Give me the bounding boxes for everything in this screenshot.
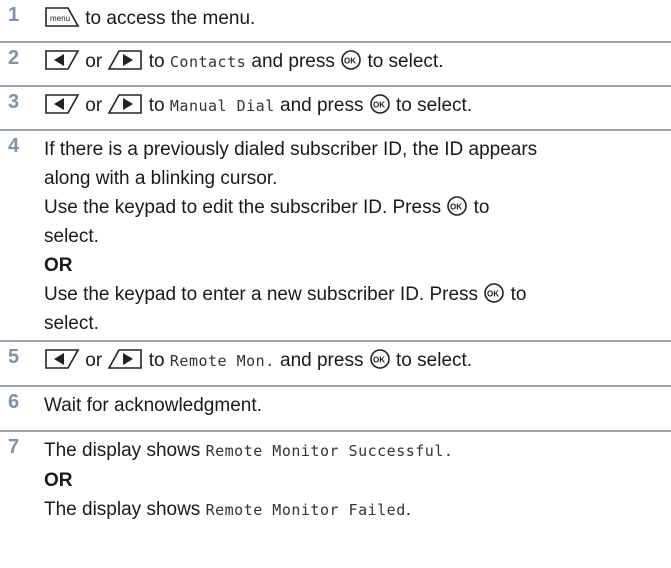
ok-key-label: OK [344,57,356,66]
procedure-steps: 1 menu to access the menu. 2 or to Conta… [0,0,671,566]
step-6: 6 Wait for acknowledgment. [0,387,671,432]
step-text: Wait for acknowledgment. [44,387,671,427]
press-text: and press [251,51,335,72]
step-text: or to Manual Dial and press OK to select… [44,87,671,128]
step-text: or to Contacts and press OK to select. [44,43,671,84]
left-arrow-key-icon [45,349,80,369]
step-1-text: to access the menu. [85,8,256,29]
ok-key-icon: OK [369,94,390,114]
to-text: to [473,197,490,218]
select-text: to select. [396,350,473,371]
step-4-line-3-text: Use the keypad to edit the subscriber ID… [44,197,442,218]
right-arrow-key-icon [108,50,143,70]
step-number: 5 [8,346,20,368]
display-shows-text: The display shows [44,499,201,520]
step-text: menu to access the menu. [44,0,671,40]
step-3: 3 or to Manual Dial and press OK to sele… [0,87,671,131]
press-text: and press [280,350,364,371]
select-text: to select. [396,95,473,116]
ok-key-icon: OK [447,196,468,216]
step-number: 7 [8,436,20,458]
ok-key-label: OK [373,101,385,110]
step-text: The display shows Remote Monitor Success… [44,432,671,532]
step-7-line-2: The display shows Remote Monitor Failed. [44,495,671,525]
ok-key-icon: OK [369,349,390,369]
left-arrow-key-icon [45,50,80,70]
step-4-line-3: Use the keypad to edit the subscriber ID… [44,193,671,222]
step-4-line-1: If there is a previously dialed subscrib… [44,139,538,160]
step-number: 1 [8,4,20,26]
display-message-failed: Remote Monitor Failed [205,501,406,519]
to-text: to [510,284,527,305]
ok-key-label: OK [373,356,385,365]
step-2: 2 or to Contacts and press OK to select. [0,43,671,87]
period-text: . [405,499,412,520]
step-4-line-6: select. [44,313,99,334]
display-message-success: Remote Monitor Successful. [205,442,454,460]
step-7-line-1: The display shows Remote Monitor Success… [44,436,671,466]
left-arrow-key-icon [45,94,80,114]
or-text: or [85,95,103,116]
step-4: 4 If there is a previously dialed subscr… [0,131,671,342]
menu-option-manual-dial: Manual Dial [169,97,275,115]
press-text: and press [280,95,364,116]
to-text: to [148,350,165,371]
or-text: or [85,51,103,72]
or-heading: OR [44,470,73,491]
or-heading: OR [44,255,73,276]
ok-key-icon: OK [484,283,505,303]
step-text: or to Remote Mon. and press OK to select… [44,342,671,383]
ok-key-icon: OK [341,50,361,70]
step-number: 3 [8,91,20,113]
menu-key-label: menu [50,14,70,23]
step-4-line-5: Use the keypad to enter a new subscriber… [44,280,671,309]
step-text: If there is a previously dialed subscrib… [44,131,671,345]
ok-key-label: OK [450,203,462,212]
step-5: 5 or to Remote Mon. and press OK to sele… [0,342,671,387]
step-4-line-4: select. [44,226,99,247]
step-1: 1 menu to access the menu. [0,0,671,43]
step-4-line-5-text: Use the keypad to enter a new subscriber… [44,284,479,305]
to-text: to [148,95,165,116]
step-number: 4 [8,135,20,157]
right-arrow-key-icon [108,349,143,369]
menu-key-icon: menu [45,7,80,27]
step-number: 2 [8,47,20,69]
right-arrow-key-icon [108,94,143,114]
ok-key-label: OK [487,290,499,299]
step-number: 6 [8,391,20,413]
menu-option-remote-mon: Remote Mon. [169,352,275,370]
step-7: 7 The display shows Remote Monitor Succe… [0,432,671,566]
or-text: or [85,350,103,371]
to-text: to [148,51,165,72]
step-6-text: Wait for acknowledgment. [44,395,262,416]
step-4-line-2: along with a blinking cursor. [44,168,278,189]
select-text: to select. [367,51,444,72]
display-shows-text: The display shows [44,440,201,461]
menu-option-contacts: Contacts [169,53,247,71]
